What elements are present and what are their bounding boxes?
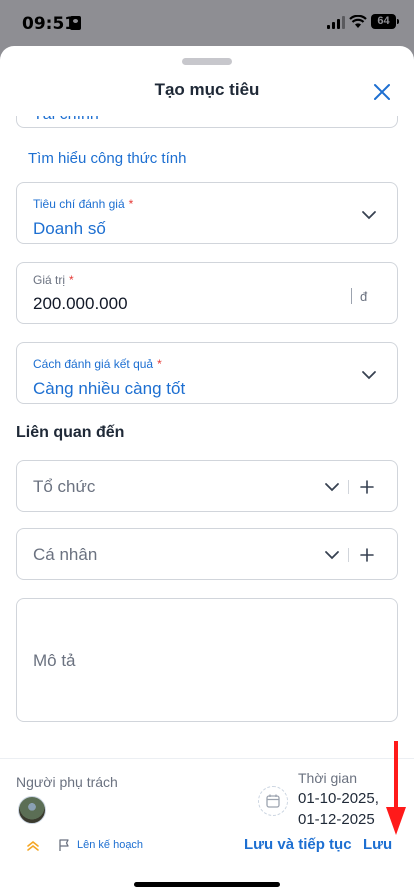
plus-icon[interactable]	[359, 547, 375, 563]
time-label: Thời gian	[298, 770, 357, 786]
divider	[348, 548, 349, 562]
chevron-down-icon[interactable]	[324, 479, 340, 495]
value-label: Giá trị *	[33, 273, 74, 287]
criteria-select[interactable]: Tiêu chí đánh giá * Doanh số	[16, 182, 398, 244]
organization-select[interactable]: Tổ chức	[16, 460, 398, 512]
evaluation-select[interactable]: Cách đánh giá kết quả * Càng nhiều càng t…	[16, 342, 398, 404]
close-icon[interactable]	[370, 80, 394, 104]
home-indicator	[134, 882, 280, 887]
id-card-icon	[70, 16, 81, 30]
chevron-down-icon	[362, 371, 376, 380]
annotation-arrow-icon	[386, 741, 406, 835]
status-bar: 09:51 64	[0, 0, 414, 50]
flag-icon[interactable]	[57, 838, 71, 852]
chevron-down-icon[interactable]	[324, 547, 340, 563]
chevron-down-icon	[362, 211, 376, 220]
wifi-icon	[349, 15, 367, 28]
value-input[interactable]: Giá trị * 200.000.000 đ	[16, 262, 398, 324]
unit-divider	[351, 288, 352, 304]
divider	[348, 480, 349, 494]
description-placeholder: Mô tả	[33, 651, 76, 670]
avatar[interactable]	[18, 796, 46, 824]
person-placeholder: Cá nhân	[33, 545, 98, 564]
currency-unit: đ	[360, 289, 368, 304]
sheet-title: Tạo mục tiêu	[154, 80, 260, 99]
criteria-label: Tiêu chí đánh giá *	[33, 197, 134, 211]
end-date[interactable]: 01-12-2025	[298, 811, 375, 828]
evaluation-label: Cách đánh giá kết quả *	[33, 357, 162, 371]
priority-chevrons-icon[interactable]	[26, 838, 40, 854]
organization-placeholder: Tổ chức	[33, 477, 96, 496]
plus-icon[interactable]	[359, 479, 375, 495]
cellular-signal-icon	[327, 16, 345, 29]
evaluation-value: Càng nhiều càng tốt	[33, 379, 186, 398]
person-select[interactable]: Cá nhân	[16, 528, 398, 580]
value-text: 200.000.000	[33, 294, 128, 313]
criteria-value: Doanh số	[33, 219, 106, 238]
status-time: 09:51	[22, 14, 77, 34]
calendar-icon[interactable]	[258, 786, 288, 816]
related-section-title: Liên quan đến	[16, 424, 125, 441]
owner-label: Người phụ trách	[16, 774, 118, 790]
create-goal-sheet: Tài chính Tạo mục tiêu Tìm hiểu công thứ…	[0, 46, 414, 896]
sheet-grabber[interactable]	[182, 58, 232, 65]
formula-link[interactable]: Tìm hiểu công thức tính	[28, 150, 186, 167]
plan-button[interactable]: Lên kế hoạch	[77, 839, 143, 851]
description-textarea[interactable]: Mô tả	[16, 598, 398, 722]
battery-icon: 64	[371, 14, 399, 29]
footer-divider	[0, 758, 414, 759]
start-date[interactable]: 01-10-2025,	[298, 790, 379, 807]
save-and-continue-button[interactable]: Lưu và tiếp tục	[244, 836, 352, 853]
save-button[interactable]: Lưu	[363, 836, 392, 853]
